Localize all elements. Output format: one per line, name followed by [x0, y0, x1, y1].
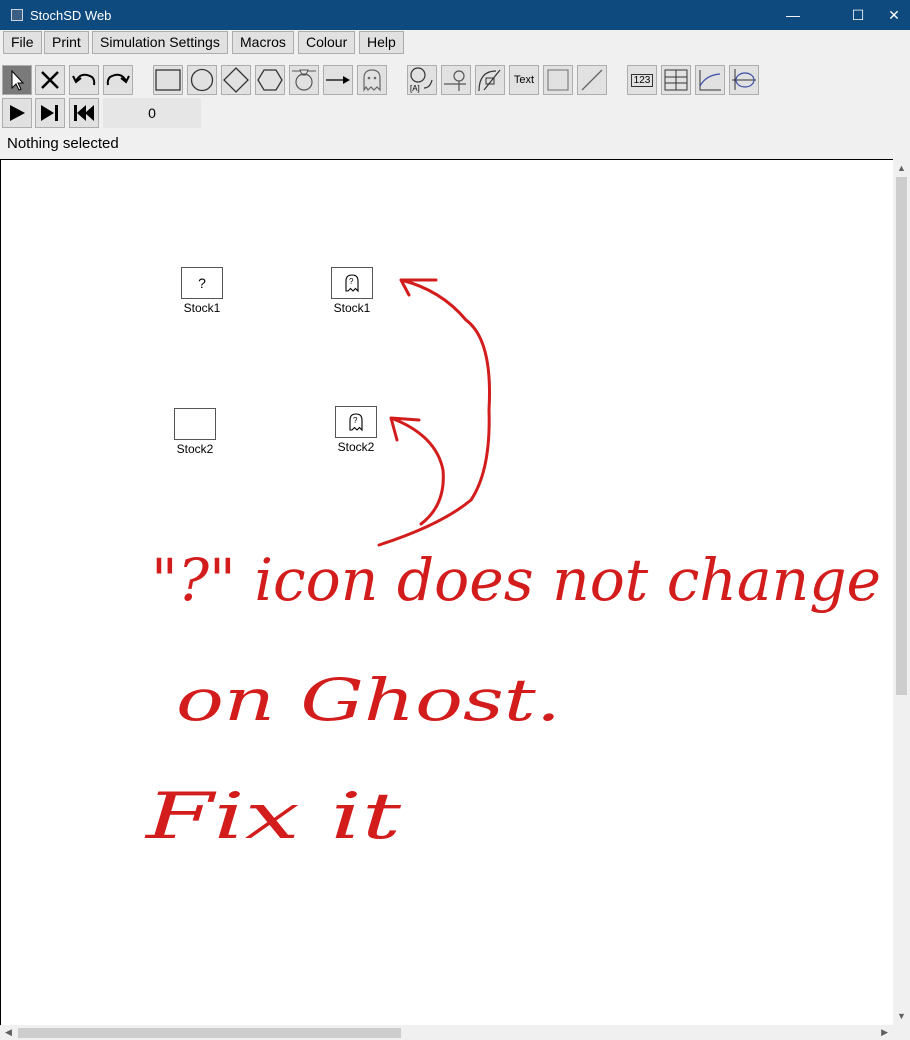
frame-tool-button[interactable]: [543, 65, 573, 95]
curved-arrow-icon: [478, 69, 501, 92]
rectangle-icon: [155, 69, 181, 91]
maximize-button[interactable]: ☐: [835, 0, 881, 30]
redo-icon: [106, 73, 130, 86]
delete-button[interactable]: [35, 65, 65, 95]
handwritten-annotation: "?" icon does not change on Ghost. Fix i…: [144, 278, 881, 854]
annotation-arrow-lower: [389, 416, 445, 526]
text-tool-button[interactable]: Text: [509, 65, 539, 95]
frame-icon: [547, 69, 569, 91]
menu-colour[interactable]: Colour: [298, 31, 356, 54]
close-button[interactable]: ✕: [878, 0, 910, 30]
number-box-label: 123: [630, 73, 654, 87]
step-button[interactable]: [35, 98, 65, 128]
time-plot-icon: [699, 70, 721, 91]
scroll-down-icon[interactable]: ▼: [897, 1011, 906, 1021]
menu-simulation-settings[interactable]: Simulation Settings: [92, 31, 228, 54]
hexagon-icon: [257, 69, 283, 91]
annotation-line-1: "?" icon does not change: [151, 546, 881, 614]
step-forward-icon: [41, 105, 58, 121]
rewind-icon: [74, 105, 94, 121]
menu-macros[interactable]: Macros: [232, 31, 294, 54]
parameter-tool-button[interactable]: [221, 65, 251, 95]
app-icon: [11, 9, 23, 21]
xy-plot-icon: [732, 69, 756, 90]
ghost-icon: [363, 69, 381, 92]
text-tool-label: Text: [513, 74, 535, 86]
time-plot-button[interactable]: [695, 65, 725, 95]
minimize-button[interactable]: —: [770, 0, 816, 30]
annotation-arrow-upper: [377, 278, 491, 547]
pointer-tool-button[interactable]: [2, 65, 32, 95]
menu-print[interactable]: Print: [44, 31, 89, 54]
annotation-line-2: on Ghost.: [176, 666, 561, 734]
dice-ring-icon: [292, 69, 316, 91]
status-text: Nothing selected: [7, 135, 119, 152]
menu-bar: File Print Simulation Settings Macros Co…: [0, 30, 910, 56]
annotation-line-3: Fix it: [144, 780, 401, 854]
valve-icon: [444, 70, 466, 91]
link-icon: [A]: [410, 67, 433, 93]
scroll-left-icon[interactable]: ◀: [5, 1027, 12, 1038]
cursor-icon: [11, 69, 25, 91]
window-title: StochSD Web: [30, 8, 112, 23]
arrow-right-icon: [326, 76, 350, 84]
diamond-icon: [223, 67, 249, 93]
constant-tool-button[interactable]: [255, 65, 285, 95]
vertical-scroll-thumb[interactable]: [896, 177, 907, 695]
scrollbar-corner: [893, 1025, 910, 1040]
flow-link-tool-button[interactable]: [441, 65, 471, 95]
horizontal-scrollbar[interactable]: ◀ ▶: [0, 1025, 893, 1040]
time-display: 0: [103, 98, 201, 128]
line-tool-button[interactable]: [577, 65, 607, 95]
circle-icon: [190, 68, 214, 92]
redo-button[interactable]: [103, 65, 133, 95]
random-tool-button[interactable]: [289, 65, 319, 95]
table-icon: [664, 69, 688, 91]
undo-icon: [72, 73, 96, 86]
auxiliary-tool-button[interactable]: [187, 65, 217, 95]
flow-tool-button[interactable]: [323, 65, 353, 95]
undo-button[interactable]: [69, 65, 99, 95]
play-icon: [10, 105, 25, 121]
run-button[interactable]: [2, 98, 32, 128]
menu-help[interactable]: Help: [359, 31, 404, 54]
number-box-button[interactable]: 123: [627, 65, 657, 95]
title-bar: StochSD Web — ☐ ✕: [0, 0, 910, 30]
scroll-right-icon[interactable]: ▶: [881, 1027, 888, 1038]
line-icon: [581, 69, 603, 91]
curved-link-tool-button[interactable]: [475, 65, 505, 95]
scroll-up-icon[interactable]: ▲: [897, 163, 906, 173]
reset-button[interactable]: [69, 98, 99, 128]
svg-text:[A]: [A]: [410, 84, 420, 93]
stock-tool-button[interactable]: [153, 65, 183, 95]
vertical-scrollbar[interactable]: ▲ ▼: [893, 159, 910, 1025]
link-tool-button[interactable]: [A]: [407, 65, 437, 95]
model-canvas[interactable]: ? Stock1 ? Stock1 Stock2 ? Stock2 "?" ic…: [0, 159, 910, 1040]
ghost-tool-button[interactable]: [357, 65, 387, 95]
menu-file[interactable]: File: [3, 31, 42, 54]
table-button[interactable]: [661, 65, 691, 95]
horizontal-scroll-thumb[interactable]: [18, 1028, 401, 1038]
delete-icon: [41, 71, 59, 89]
xy-plot-button[interactable]: [729, 65, 759, 95]
